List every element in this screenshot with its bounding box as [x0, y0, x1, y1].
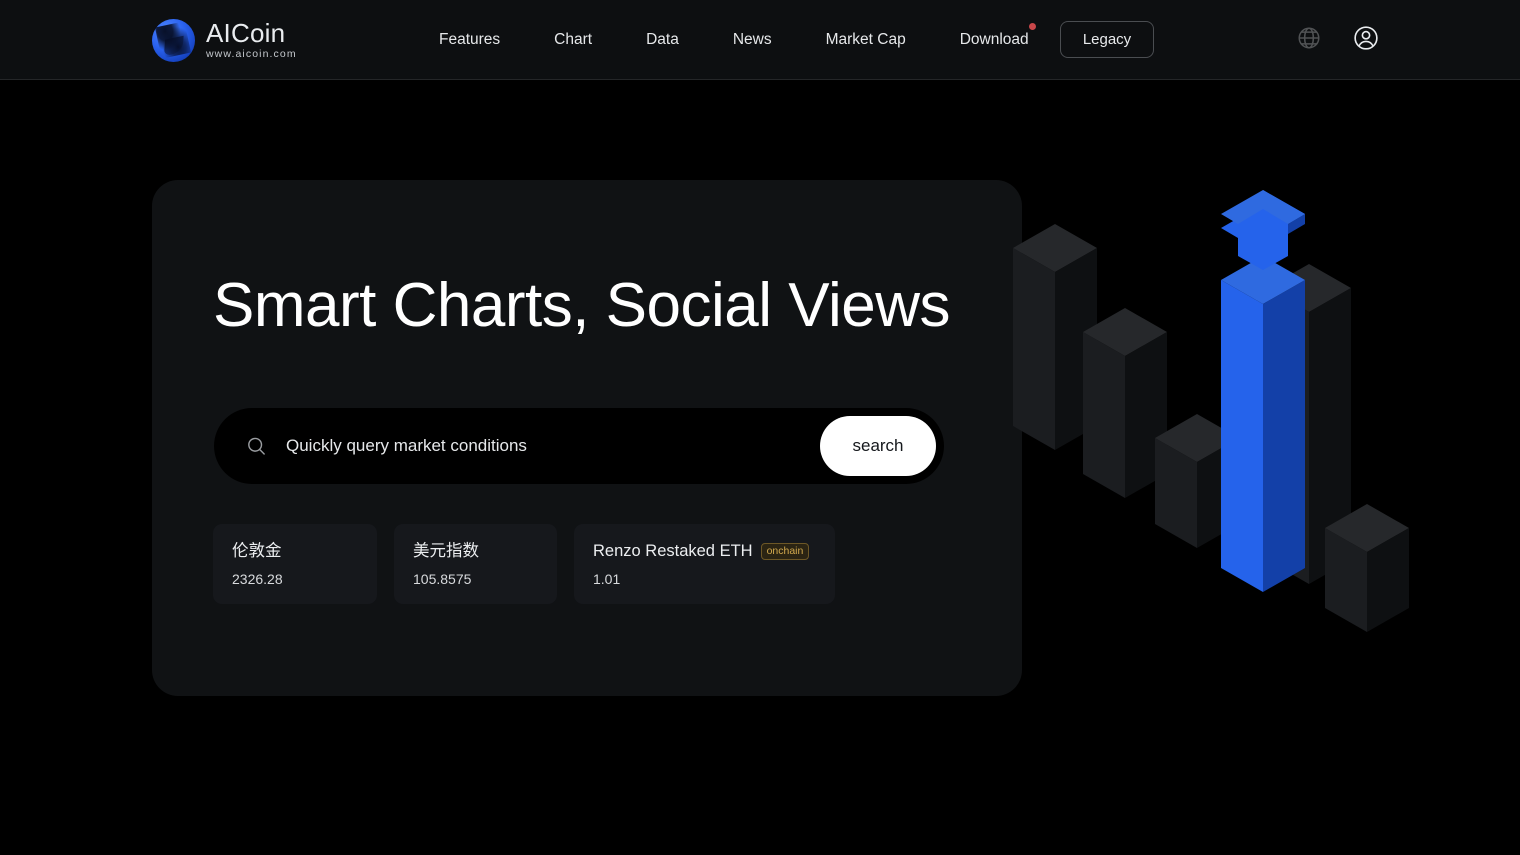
nav-label: Chart	[554, 31, 593, 48]
status-badge: onchain	[760, 542, 810, 561]
bar-6	[1325, 504, 1409, 632]
highlighted-bar	[1221, 256, 1305, 592]
ticker-card[interactable]: 伦敦金 2326.28	[213, 524, 377, 605]
language-globe-icon[interactable]	[1296, 25, 1322, 56]
nav-item-download[interactable]: Download	[933, 23, 1056, 49]
logo-subtitle: www.aicoin.com	[206, 48, 297, 61]
main-nav: Features Chart Data News Market Cap Down…	[412, 0, 1056, 80]
up-arrow-icon	[1221, 190, 1305, 270]
page-root: AICoin www.aicoin.com Features Chart Dat…	[0, 0, 1520, 855]
page-title: Smart Charts, Social Views	[213, 271, 951, 340]
nav-item-features[interactable]: Features	[412, 31, 527, 49]
legacy-button[interactable]: Legacy	[1060, 21, 1154, 58]
bar-3	[1155, 414, 1239, 548]
nav-label: Market Cap	[825, 31, 906, 48]
bar-5	[1267, 264, 1351, 584]
user-account-icon[interactable]	[1352, 24, 1380, 57]
ticker-name: 美元指数	[413, 542, 479, 560]
ticker-value: 105.8575	[413, 570, 472, 587]
ticker-header: Renzo Restaked ETH onchain	[593, 542, 816, 561]
search-icon	[240, 430, 272, 462]
ticker-card-row: 伦敦金 2326.28 美元指数 105.8575 Renzo Restaked…	[213, 524, 835, 605]
search-input[interactable]	[272, 408, 820, 484]
ticker-value: 2326.28	[232, 570, 283, 587]
ticker-header: 美元指数	[413, 542, 538, 561]
nav-label: Features	[439, 31, 501, 48]
nav-label: Download	[959, 31, 1029, 48]
ticker-card[interactable]: Renzo Restaked ETH onchain 1.01	[574, 524, 835, 605]
new-badge-dot-icon	[1028, 23, 1036, 30]
ticker-header: 伦敦金	[232, 542, 358, 561]
nav-label: News	[732, 31, 772, 48]
nav-label: Data	[646, 31, 679, 48]
ticker-card[interactable]: 美元指数 105.8575	[394, 524, 557, 605]
aicoin-globe-logo-icon	[150, 17, 197, 64]
bar-2	[1083, 308, 1167, 498]
hero-panel: Smart Charts, Social Views search 伦敦金 23…	[152, 180, 1022, 696]
bar-1	[1013, 224, 1097, 450]
site-logo[interactable]: AICoin www.aicoin.com	[150, 15, 297, 65]
nav-item-data[interactable]: Data	[619, 31, 706, 49]
isometric-bar-chart-illustration: .tp { fill: #26282b; } .lf { fill: #1b1d…	[1005, 180, 1465, 696]
nav-item-news[interactable]: News	[706, 31, 799, 49]
nav-item-market-cap[interactable]: Market Cap	[799, 31, 933, 49]
ticker-value: 1.01	[593, 570, 621, 587]
ticker-name: 伦敦金	[232, 542, 282, 560]
ticker-name: Renzo Restaked ETH	[593, 542, 753, 560]
logo-title: AICoin	[206, 18, 286, 49]
header-icon-group	[1296, 0, 1380, 80]
logo-text: AICoin www.aicoin.com	[206, 20, 297, 60]
nav-item-chart[interactable]: Chart	[527, 31, 619, 49]
search-button[interactable]: search	[820, 416, 936, 476]
top-navigation-bar: AICoin www.aicoin.com Features Chart Dat…	[0, 0, 1520, 80]
search-bar: search	[214, 408, 944, 484]
